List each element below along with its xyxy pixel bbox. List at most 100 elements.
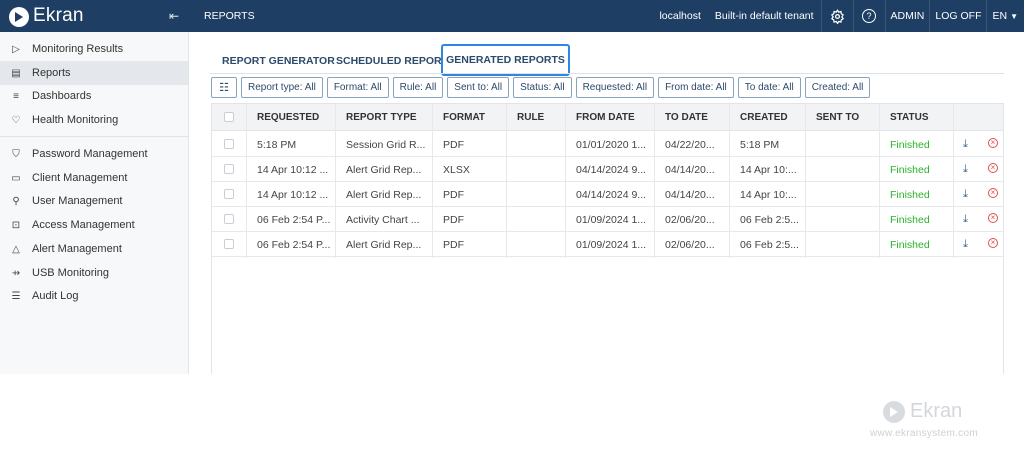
download-icon[interactable]: ⤓ [963,138,968,151]
download-icon[interactable]: ⤓ [963,188,968,201]
usb-icon: ⇸ [11,267,21,279]
column-header-rule[interactable]: RULE [517,112,544,123]
row-checkbox[interactable] [224,189,234,199]
cell-format: PDF [443,214,464,226]
admin-label: ADMIN [890,10,925,22]
row-checkbox[interactable] [224,139,234,149]
remove-icon[interactable]: × [988,188,998,198]
cell-format: PDF [443,139,464,151]
sidebar-item-label: Dashboards [32,90,92,102]
cell-created: 06 Feb 2:5... [740,239,799,251]
cell-format: PDF [443,189,464,201]
sidebar-item-label: Access Management [32,219,135,231]
tab-report-generator[interactable]: REPORT GENERATOR [222,55,335,67]
sidebar-item-client-management[interactable]: ▭ Client Management [0,166,188,190]
sidebar-item-health-monitoring[interactable]: ♡ Health Monitoring [0,108,188,132]
cell-to-date: 04/14/20... [665,164,715,176]
monitor-icon: ▭ [11,172,21,184]
bell-icon: △ [12,243,20,255]
column-header-report-type[interactable]: REPORT TYPE [346,112,417,123]
remove-icon[interactable]: × [988,163,998,173]
download-icon[interactable]: ⤓ [963,163,968,176]
filter-created[interactable]: Created: All [804,77,871,98]
settings-button[interactable] [820,0,853,32]
sidebar-item-label: Audit Log [32,290,79,302]
tab-scheduled-reports[interactable]: SCHEDULED REPORTS [336,55,455,67]
cell-from-date: 01/09/2024 1... [576,214,647,226]
select-all-checkbox[interactable] [224,112,234,122]
filter-status[interactable]: Status: All [513,77,572,98]
column-header-to-date[interactable]: TO DATE [665,112,708,123]
sidebar-item-dashboards[interactable]: ≡ Dashboards [0,84,188,108]
remove-icon[interactable]: × [988,213,998,223]
filter-report-type[interactable]: Report type: All [241,77,323,98]
filter-bar: ☷ Report type: All Format: All Rule: All… [211,77,871,98]
cell-report-type: Session Grid R... [346,139,426,151]
download-icon[interactable]: ⤓ [963,213,968,226]
filter-rule[interactable]: Rule: All [392,77,444,98]
column-header-requested[interactable]: REQUESTED [257,112,319,123]
row-checkbox[interactable] [224,239,234,249]
column-header-status[interactable]: STATUS [890,112,929,123]
table-row[interactable]: 06 Feb 2:54 P... Activity Chart ... PDF … [212,207,1003,232]
sidebar-divider [0,136,188,137]
tab-generated-reports[interactable]: GENERATED REPORTS [441,44,570,76]
language-selector[interactable]: EN ▼ [986,0,1024,32]
cell-format: XLSX [443,164,470,176]
sidebar-item-access-management[interactable]: ⊡ Access Management [0,213,188,237]
logoff-button[interactable]: LOG OFF [929,0,986,32]
sidebar-item-monitoring-results[interactable]: ▷ Monitoring Results [0,37,188,61]
top-bar: Ekran ⇤ REPORTS localhost Built-in defau… [0,0,1024,32]
download-icon[interactable]: ⤓ [963,238,968,251]
cell-created: 06 Feb 2:5... [740,214,799,226]
logoff-label: LOG OFF [935,10,982,22]
sidebar-item-audit-log[interactable]: ☰ Audit Log [0,284,188,308]
user-icon: ⚲ [12,195,20,207]
row-checkbox[interactable] [224,214,234,224]
cell-from-date: 04/14/2024 9... [576,164,647,176]
help-button[interactable]: ? [852,0,885,32]
column-settings-button[interactable]: ☷ [211,77,237,98]
cell-created: 14 Apr 10:... [740,164,797,176]
sidebar-item-usb-monitoring[interactable]: ⇸ USB Monitoring [0,261,188,285]
remove-icon[interactable]: × [988,138,998,148]
status-badge: Finished [890,164,930,176]
table-row[interactable]: 14 Apr 10:12 ... Alert Grid Rep... PDF 0… [212,182,1003,207]
shield-icon: ⛉ [12,148,20,160]
watermark-text: Ekran [910,400,963,422]
cell-requested: 14 Apr 10:12 ... [257,164,329,176]
list-settings-icon: ☷ [219,82,229,94]
logo-text: Ekran [33,5,84,26]
column-header-from-date[interactable]: FROM DATE [576,112,635,123]
reports-table: REQUESTED REPORT TYPE FORMAT RULE FROM D… [211,103,1004,374]
bar-chart-icon: ≡ [13,90,19,102]
table-row[interactable]: 14 Apr 10:12 ... Alert Grid Rep... XLSX … [212,157,1003,182]
cell-report-type: Alert Grid Rep... [346,239,422,251]
filter-format[interactable]: Format: All [326,77,389,98]
filter-requested[interactable]: Requested: All [575,77,655,98]
filter-to-date[interactable]: To date: All [737,77,801,98]
column-header-format[interactable]: FORMAT [443,112,485,123]
tenant-selector[interactable]: Built-in default tenant [708,10,821,22]
column-header-sent-to[interactable]: SENT TO [816,112,859,123]
filter-from-date[interactable]: From date: All [658,77,734,98]
sidebar: ▷ Monitoring Results ▤ Reports ≡ Dashboa… [0,32,189,374]
sidebar-item-reports[interactable]: ▤ Reports [0,61,188,85]
chevron-down-icon: ▼ [1010,11,1018,21]
sidebar-item-password-management[interactable]: ⛉ Password Management [0,142,188,166]
remove-icon[interactable]: × [988,238,998,248]
table-row[interactable]: 5:18 PM Session Grid R... PDF 01/01/2020… [212,132,1003,157]
collapse-sidebar-icon[interactable]: ⇤ [169,9,179,23]
filter-sent-to[interactable]: Sent to: All [447,77,510,98]
sidebar-item-alert-management[interactable]: △ Alert Management [0,237,188,261]
row-checkbox[interactable] [224,164,234,174]
cell-to-date: 04/14/20... [665,189,715,201]
column-header-created[interactable]: CREATED [740,112,788,123]
table-row[interactable]: 06 Feb 2:54 P... Alert Grid Rep... PDF 0… [212,232,1003,257]
admin-button[interactable]: ADMIN [884,0,930,32]
sidebar-item-user-management[interactable]: ⚲ User Management [0,189,188,213]
status-badge: Finished [890,139,930,151]
list-icon: ☰ [11,290,21,302]
lock-icon: ⊡ [11,219,21,231]
tab-label: GENERATED REPORTS [446,54,565,66]
